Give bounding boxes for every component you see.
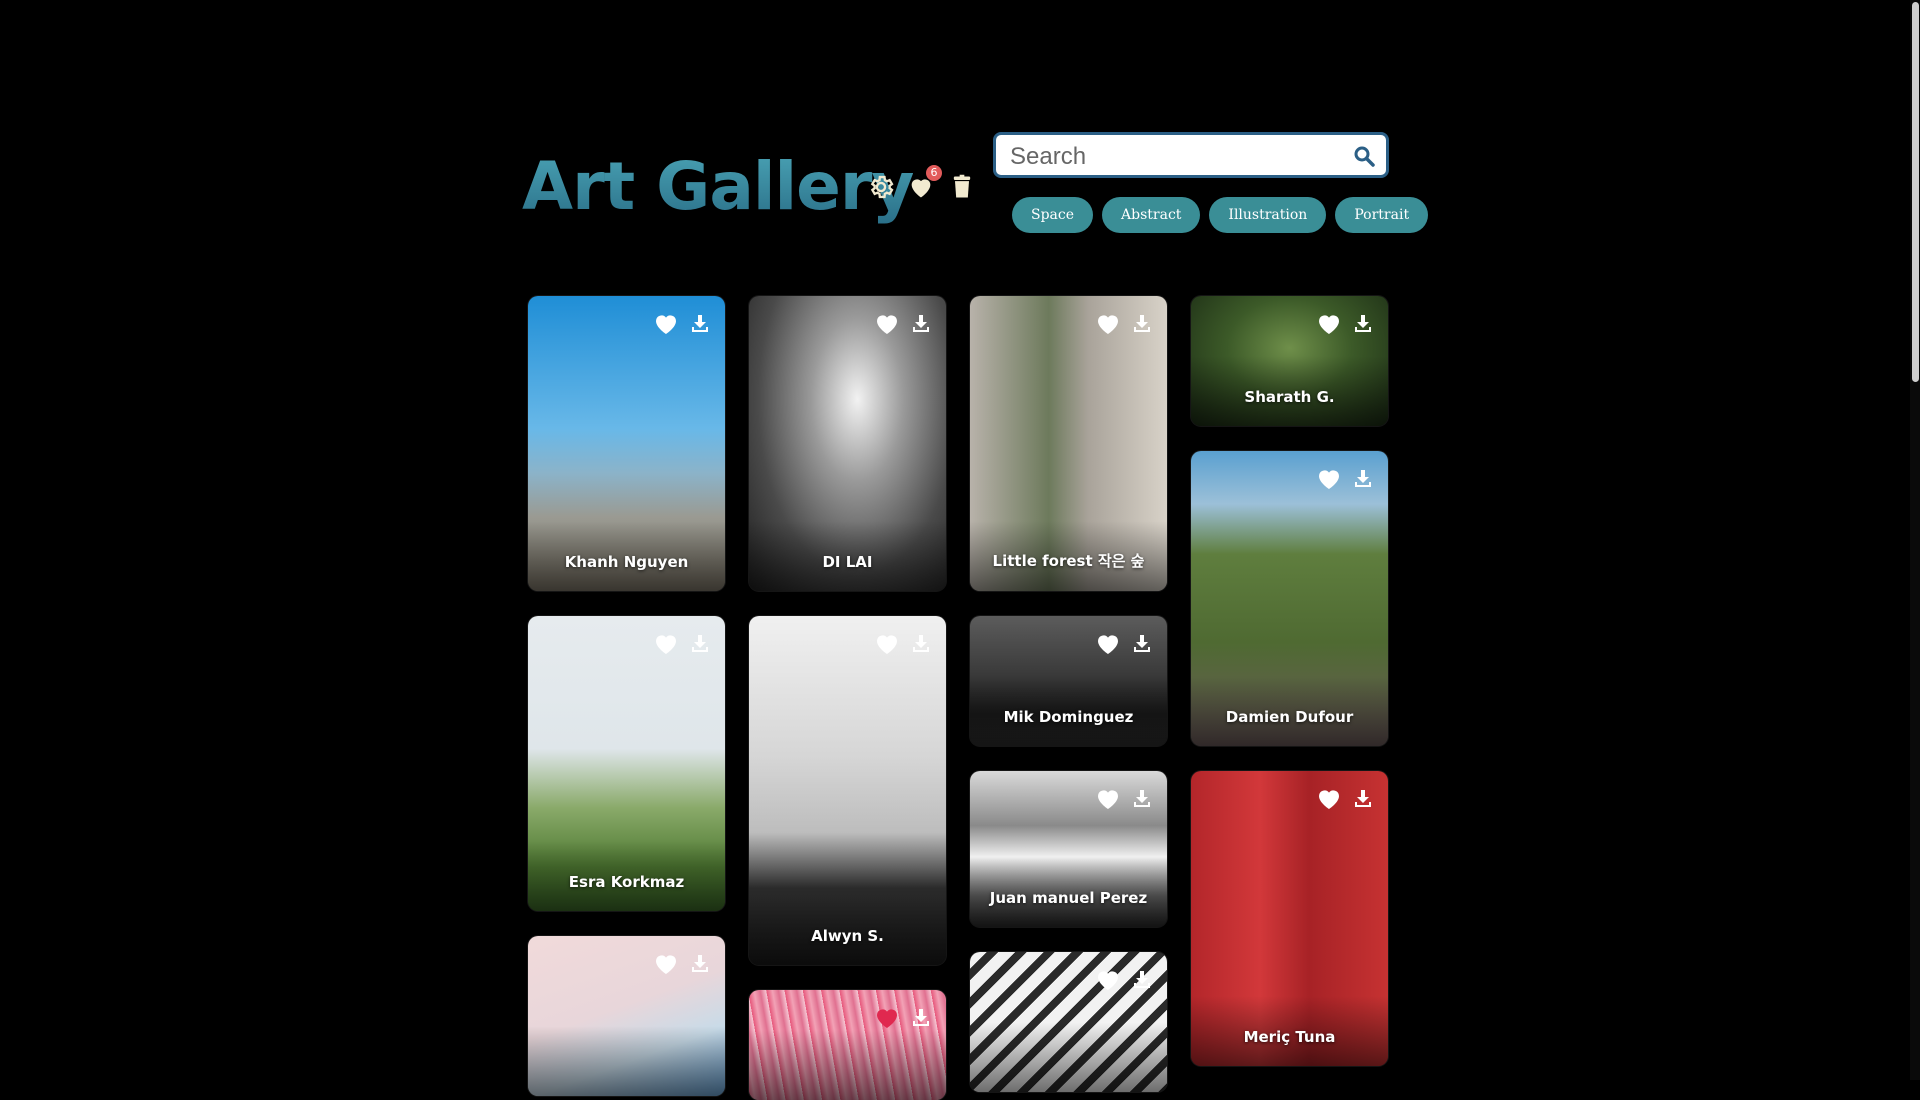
tag-abstract[interactable]: Abstract — [1102, 197, 1201, 233]
scrollbar[interactable] — [1910, 0, 1920, 1080]
like-heart-icon[interactable] — [875, 633, 899, 655]
like-heart-icon[interactable] — [875, 313, 899, 335]
download-icon[interactable] — [691, 953, 709, 973]
image-card[interactable]: Little forest 작은 숲 — [970, 296, 1167, 591]
download-icon[interactable] — [912, 633, 930, 653]
scrollbar-thumb[interactable] — [1912, 2, 1919, 382]
like-heart-icon[interactable] — [654, 953, 678, 975]
image-card[interactable]: Sharath G. — [1191, 296, 1388, 426]
like-heart-icon[interactable] — [654, 313, 678, 335]
card-author-name: Meriç Tuna — [1243, 1028, 1336, 1046]
like-heart-icon[interactable] — [1096, 633, 1120, 655]
card-shade — [528, 1026, 725, 1096]
image-card[interactable]: Mik Dominguez — [970, 616, 1167, 746]
like-heart-icon[interactable] — [1096, 969, 1120, 991]
like-heart-icon[interactable] — [1096, 788, 1120, 810]
tag-filter-bar: Space Abstract Illustration Portrait — [1012, 197, 1429, 233]
card-author-name: Sharath G. — [1244, 388, 1335, 406]
download-icon[interactable] — [1354, 313, 1372, 333]
download-icon[interactable] — [1133, 788, 1151, 808]
download-icon[interactable] — [912, 1007, 930, 1027]
image-card[interactable]: Esra Korkmaz — [528, 616, 725, 911]
tag-space[interactable]: Space — [1012, 197, 1094, 233]
like-heart-icon[interactable] — [1317, 313, 1341, 335]
image-card[interactable] — [528, 936, 725, 1096]
image-card[interactable]: Alwyn S. — [749, 616, 946, 965]
download-icon[interactable] — [1133, 313, 1151, 333]
card-author-name: Mik Dominguez — [1003, 708, 1134, 726]
like-heart-icon[interactable] — [654, 633, 678, 655]
card-author-name: Little forest 작은 숲 — [992, 552, 1145, 570]
card-author-name: Juan manuel Perez — [989, 889, 1148, 907]
trash-icon[interactable] — [948, 173, 976, 201]
image-card[interactable] — [749, 990, 946, 1100]
like-heart-icon[interactable] — [875, 1007, 899, 1029]
favorites-count-badge: 6 — [926, 165, 942, 181]
image-card[interactable]: Khanh Nguyen — [528, 296, 725, 591]
card-author-name: Khanh Nguyen — [564, 553, 689, 571]
download-icon[interactable] — [691, 313, 709, 333]
card-author-name: Esra Korkmaz — [568, 873, 685, 891]
download-icon[interactable] — [1133, 969, 1151, 989]
tag-portrait[interactable]: Portrait — [1335, 197, 1429, 233]
tag-illustration[interactable]: Illustration — [1209, 197, 1327, 233]
page-title: Art Gallery — [522, 148, 914, 225]
search-input[interactable] — [1008, 141, 1342, 173]
download-icon[interactable] — [1354, 788, 1372, 808]
image-card[interactable]: Damien Dufour — [1191, 451, 1388, 746]
image-card[interactable]: Meriç Tuna — [1191, 771, 1388, 1066]
download-icon[interactable] — [912, 313, 930, 333]
image-card[interactable] — [970, 952, 1167, 1092]
like-heart-icon[interactable] — [1317, 788, 1341, 810]
card-author-name: Damien Dufour — [1225, 708, 1354, 726]
gear-icon[interactable] — [867, 173, 895, 201]
image-card[interactable]: DI LAI — [749, 296, 946, 591]
card-author-name: Alwyn S. — [811, 927, 884, 945]
search-box — [993, 132, 1389, 178]
like-heart-icon[interactable] — [1096, 313, 1120, 335]
card-shade — [970, 1022, 1167, 1092]
search-icon[interactable] — [1352, 144, 1376, 168]
download-icon[interactable] — [1133, 633, 1151, 653]
image-card[interactable]: Juan manuel Perez — [970, 771, 1167, 927]
card-shade — [749, 1030, 946, 1100]
like-heart-icon[interactable] — [1317, 468, 1341, 490]
download-icon[interactable] — [1354, 468, 1372, 488]
download-icon[interactable] — [691, 633, 709, 653]
card-author-name: DI LAI — [822, 553, 873, 571]
